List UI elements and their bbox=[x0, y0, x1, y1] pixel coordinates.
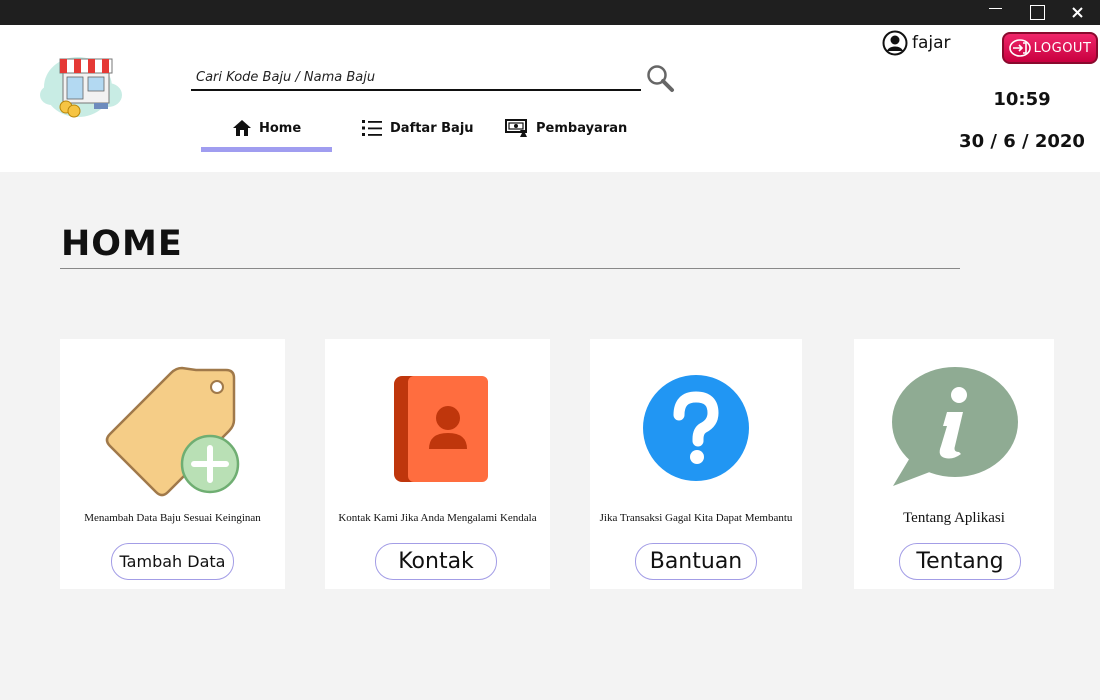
card-description: Jika Transaksi Gagal Kita Dapat Membantu bbox=[599, 512, 793, 524]
close-button[interactable] bbox=[1057, 0, 1097, 25]
minimize-icon bbox=[988, 8, 1002, 9]
nav-tab-home[interactable]: Home bbox=[232, 113, 301, 143]
nav-home-label: Home bbox=[259, 120, 302, 136]
clock-date: 30 / 6 / 2020 bbox=[959, 131, 1085, 152]
nav-tab-daftar-baju[interactable]: Daftar Baju bbox=[361, 113, 474, 143]
nav-pembayaran-label: Pembayaran bbox=[536, 120, 628, 136]
logout-button[interactable]: LOGOUT bbox=[1002, 32, 1098, 64]
minimize-button[interactable] bbox=[975, 0, 1015, 25]
username: fajar bbox=[912, 33, 951, 53]
tentang-button[interactable]: Tentang bbox=[899, 543, 1021, 580]
search-bar bbox=[191, 65, 641, 91]
app-header: Home Daftar Baju Pembayaran fajar bbox=[0, 25, 1100, 172]
card-tambah-data: Menambah Data Baju Sesuai Keinginan Tamb… bbox=[60, 339, 285, 589]
search-input[interactable] bbox=[191, 65, 641, 89]
close-icon bbox=[1071, 7, 1083, 18]
tambah-data-button[interactable]: Tambah Data bbox=[111, 543, 234, 580]
user-avatar-icon bbox=[882, 30, 908, 56]
kontak-button[interactable]: Kontak bbox=[375, 543, 497, 580]
title-divider bbox=[60, 268, 960, 269]
maximize-button[interactable] bbox=[1017, 0, 1057, 25]
info-bubble-icon bbox=[892, 366, 1018, 486]
logout-icon bbox=[1008, 39, 1031, 57]
card-tentang: Tentang Aplikasi Tentang bbox=[854, 339, 1054, 589]
nav-daftar-label: Daftar Baju bbox=[390, 120, 474, 136]
clock-time: 10:59 bbox=[993, 89, 1051, 110]
window-titlebar bbox=[0, 0, 1100, 25]
active-tab-indicator bbox=[201, 147, 332, 152]
search-icon[interactable] bbox=[645, 63, 675, 93]
contact-book-icon bbox=[393, 376, 488, 482]
help-question-icon bbox=[643, 375, 749, 481]
price-tag-add-icon bbox=[105, 366, 239, 497]
card-description: Tentang Aplikasi bbox=[903, 510, 1005, 526]
nav-tab-pembayaran[interactable]: Pembayaran bbox=[505, 113, 627, 143]
logout-label: LOGOUT bbox=[1033, 40, 1092, 56]
bantuan-button[interactable]: Bantuan bbox=[635, 543, 757, 580]
home-icon bbox=[233, 120, 251, 136]
user-info: fajar bbox=[882, 30, 951, 56]
card-description: Menambah Data Baju Sesuai Keinginan bbox=[84, 512, 261, 524]
card-description: Kontak Kami Jika Anda Mengalami Kendala bbox=[338, 512, 537, 524]
maximize-icon bbox=[1029, 5, 1045, 20]
payment-icon bbox=[505, 119, 527, 137]
store-logo-icon bbox=[40, 57, 122, 118]
card-bantuan: Jika Transaksi Gagal Kita Dapat Membantu… bbox=[590, 339, 802, 589]
list-icon bbox=[362, 120, 382, 136]
page-title: HOME bbox=[61, 224, 183, 264]
card-kontak: Kontak Kami Jika Anda Mengalami Kendala … bbox=[325, 339, 550, 589]
